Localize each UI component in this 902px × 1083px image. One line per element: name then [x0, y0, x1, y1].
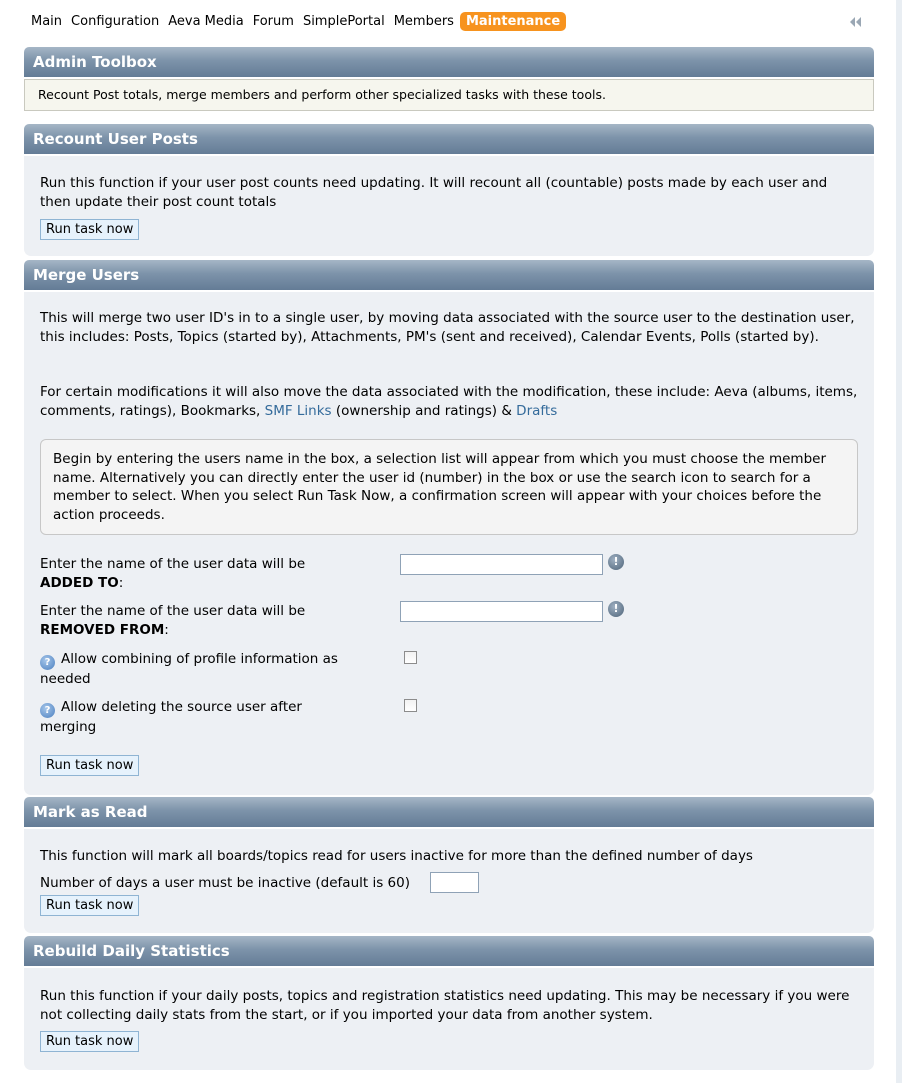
added-to-label-text: Enter the name of the user data will be	[40, 556, 306, 572]
inactive-days-label: Number of days a user must be inactive (…	[40, 875, 410, 891]
menu-main[interactable]: Main	[31, 12, 62, 32]
menu-maintenance[interactable]: Maintenance	[459, 12, 567, 31]
drafts-link[interactable]: Drafts	[516, 403, 557, 419]
menu-forum[interactable]: Forum	[253, 12, 294, 32]
added-to-colon: :	[118, 574, 124, 591]
combine-profile-text: Allow combining of profile information a…	[40, 651, 338, 687]
daily-stats-run-button[interactable]: Run task now	[40, 1031, 140, 1052]
mark-read-text: This function will mark all boards/topic…	[40, 848, 753, 864]
menu-items: Main Configuration Aeva Media Forum Simp…	[31, 12, 575, 32]
added-to-label: Enter the name of the user data will be …	[40, 555, 400, 592]
delete-source-checkbox[interactable]	[404, 699, 417, 712]
admin-toolbox-header: Admin Toolbox	[24, 47, 874, 77]
combine-profile-checkbox[interactable]	[404, 651, 417, 664]
removed-from-label-text: Enter the name of the user data will be	[40, 603, 306, 619]
inactive-days-input[interactable]	[430, 872, 479, 893]
recount-run-button[interactable]: Run task now	[40, 219, 140, 240]
removed-from-label: Enter the name of the user data will be …	[40, 602, 400, 639]
recount-posts-header: Recount User Posts	[24, 124, 874, 154]
right-scroll-edge	[896, 0, 902, 1083]
mark-read-run-button[interactable]: Run task now	[40, 895, 140, 916]
mark-read-panel: This function will mark all boards/topic…	[24, 829, 874, 933]
daily-stats-header: Rebuild Daily Statistics	[24, 936, 874, 966]
search-member-icon[interactable]: !	[608, 601, 624, 617]
admin-toolbox-description: Recount Post totals, merge members and p…	[24, 79, 874, 111]
removed-from-input[interactable]	[400, 601, 603, 622]
recount-posts-text: Run this function if your user post coun…	[40, 175, 828, 210]
delete-source-text: Allow deleting the source user after mer…	[40, 699, 302, 735]
collapse-sidebar-icon[interactable]	[848, 15, 864, 29]
daily-stats-panel: Run this function if your daily posts, t…	[24, 968, 874, 1070]
merge-users-panel: This will merge two user ID's in to a si…	[24, 292, 874, 795]
added-to-label-bold: ADDED TO	[40, 574, 119, 591]
added-to-input[interactable]	[400, 554, 603, 575]
mark-read-header: Mark as Read	[24, 797, 874, 827]
removed-from-colon: :	[164, 621, 169, 638]
smf-links-link[interactable]: SMF Links	[265, 403, 332, 419]
delete-source-label: ? Allow deleting the source user after me…	[40, 698, 340, 737]
merge-mods-text-b: (ownership and ratings) &	[331, 402, 517, 419]
menu-configuration[interactable]: Configuration	[71, 12, 159, 32]
help-icon[interactable]: ?	[40, 655, 55, 670]
menu-members[interactable]: Members	[394, 12, 454, 32]
search-member-icon[interactable]: !	[608, 554, 624, 570]
merge-description: This will merge two user ID's in to a si…	[40, 310, 855, 345]
merge-users-header: Merge Users	[24, 260, 874, 290]
merge-instructions-note: Begin by entering the users name in the …	[40, 439, 858, 535]
menu-aeva-media[interactable]: Aeva Media	[168, 12, 244, 32]
merge-run-button[interactable]: Run task now	[40, 755, 140, 776]
recount-posts-panel: Run this function if your user post coun…	[24, 156, 874, 256]
removed-from-label-bold: REMOVED FROM	[40, 621, 165, 638]
merge-modifications-text: For certain modifications it will also m…	[40, 383, 858, 420]
help-icon[interactable]: ?	[40, 703, 55, 718]
top-menu: Main Configuration Aeva Media Forum Simp…	[0, 0, 902, 44]
daily-stats-text: Run this function if your daily posts, t…	[40, 988, 850, 1023]
menu-simpleportal[interactable]: SimplePortal	[303, 12, 385, 32]
combine-profile-label: ? Allow combining of profile information …	[40, 650, 370, 689]
